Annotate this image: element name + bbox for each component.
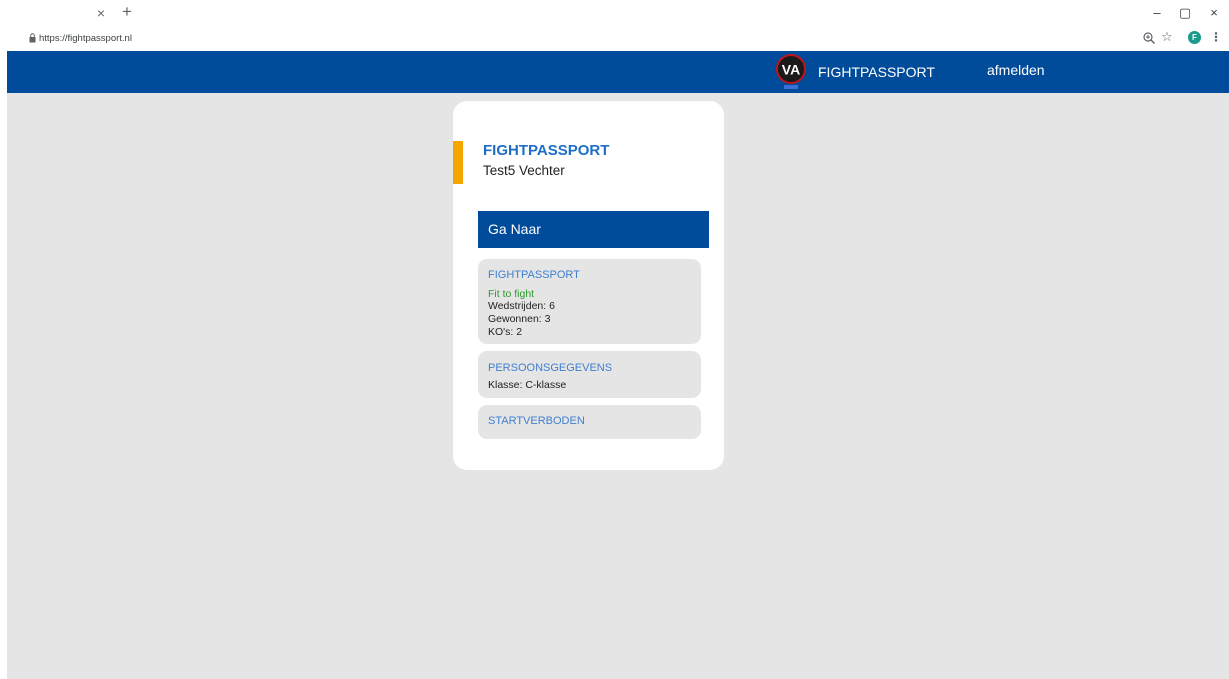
brand-name[interactable]: FIGHTPASSPORT bbox=[818, 62, 935, 82]
logout-link[interactable]: afmelden bbox=[987, 60, 1045, 80]
fit-status: Fit to fight bbox=[488, 288, 535, 300]
address-bar[interactable] bbox=[0, 27, 1229, 51]
star-icon[interactable]: ☆ bbox=[1160, 30, 1174, 44]
personal-data-section-title[interactable]: PERSOONSGEGEVENS bbox=[488, 361, 612, 375]
browser-window: × + – ▢ × https://fightpassport.nl ☆ F ⋮… bbox=[0, 0, 1229, 679]
minimize-button[interactable]: – bbox=[1146, 4, 1168, 22]
profile-icon[interactable]: F bbox=[1188, 31, 1201, 44]
class-value: Klasse: C-klasse bbox=[488, 379, 567, 391]
close-window-button[interactable]: × bbox=[1203, 4, 1225, 22]
ko-count: KO's: 2 bbox=[488, 326, 523, 338]
zoom-icon[interactable] bbox=[1142, 31, 1156, 45]
card-accent-bar bbox=[453, 141, 463, 184]
menu-icon[interactable]: ⋮ bbox=[1210, 30, 1222, 44]
brand-logo-icon: VA bbox=[776, 54, 806, 89]
app-header bbox=[7, 51, 1229, 93]
goto-label: Ga Naar bbox=[488, 221, 541, 237]
close-tab-button[interactable]: × bbox=[94, 5, 108, 21]
url-text[interactable]: https://fightpassport.nl bbox=[39, 32, 132, 46]
tab-strip bbox=[0, 0, 1229, 27]
svg-text:VA: VA bbox=[782, 62, 800, 78]
wins-count: Gewonnen: 3 bbox=[488, 313, 551, 325]
new-tab-button[interactable]: + bbox=[119, 3, 135, 21]
restore-button[interactable]: ▢ bbox=[1174, 4, 1196, 22]
fighter-name: Test5 Vechter bbox=[483, 163, 565, 178]
fightpassport-section-title[interactable]: FIGHTPASSPORT bbox=[488, 268, 580, 282]
lock-icon bbox=[29, 33, 36, 43]
card-title: FIGHTPASSPORT bbox=[483, 142, 610, 159]
start-bans-section-title[interactable]: STARTVERBODEN bbox=[488, 414, 585, 428]
matches-count: Wedstrijden: 6 bbox=[488, 300, 555, 312]
